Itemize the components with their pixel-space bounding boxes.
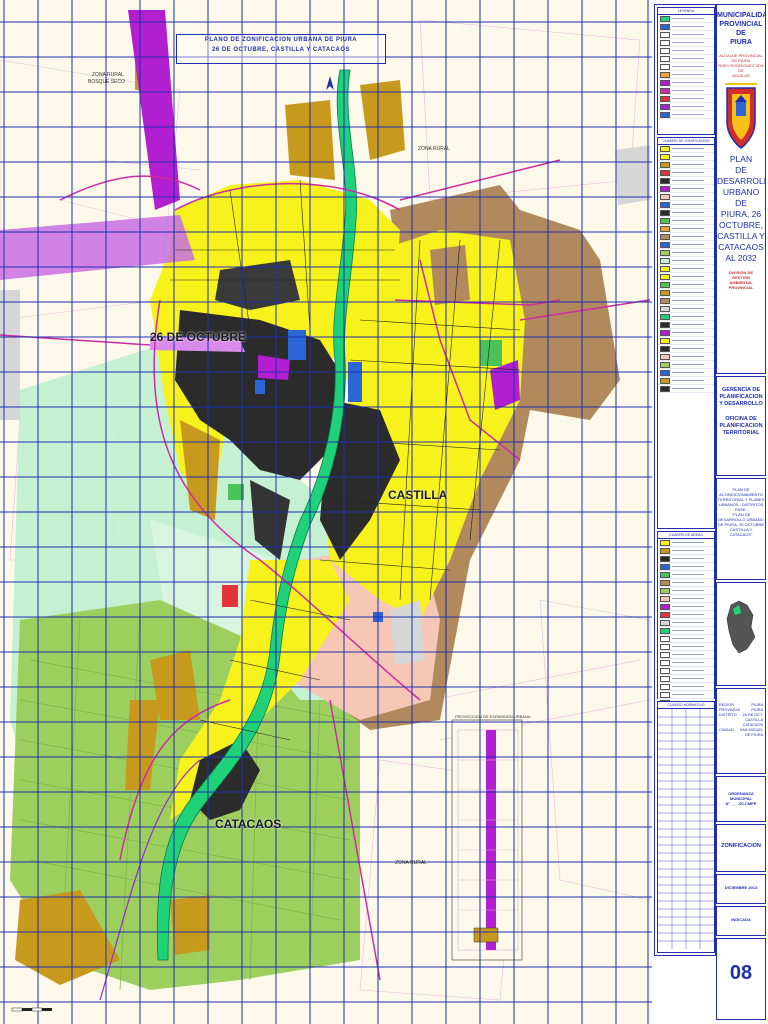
swatch-magenta [660,87,670,94]
swatch-industrial [660,161,670,168]
ciudad-value-2: DE PIURA [745,733,763,737]
label-catacaos: CATACAOS [215,817,282,831]
org-line2: PROVINCIAL DE [719,21,763,37]
swatch-expansion [660,233,670,240]
plan-title-l10: AL 2032 [725,253,757,263]
equipment-block-5 [222,585,238,607]
label-bosque-seco: BOSQUE SECO [88,79,125,85]
legend-section-title: LEYENDA [658,8,714,15]
plan-title-l3: DESARROLLO [717,176,765,186]
normative-table-grid [658,709,714,949]
distrito-label: DISTRITO [719,713,737,717]
plan-title-l1: PLAN [729,154,753,164]
swatch-agricultural [660,249,670,256]
title-block-project: PLAN DE ACONDICIONAMIENTO TERRITORIAL Y … [716,478,766,580]
sheet-date: DICIEMBRE 2013 [724,885,758,890]
swatch-violet [660,103,670,110]
mayor-line4: AGUILAR [732,73,750,78]
swatch-water [660,23,670,30]
oficina-l2: PLANIFICACION [719,423,763,429]
equipment-block-1 [288,330,306,360]
gerencia-l2: PLANIFICACION [719,394,763,400]
swatch-peach [660,193,670,200]
swatch-river [660,15,670,22]
zoning-map[interactable]: PLANO DE ZONIFICACION URBANA DE PIURA 26… [0,0,652,1024]
oficina-l3: TERRITORIAL [722,430,760,436]
map-title-line1: PLANO DE ZONIFICACION URBANA DE PIURA [204,37,358,43]
gerencia-l1: GERENCIA DE [722,387,760,393]
sheet-title: ZONIFICACION [721,843,761,849]
equipment-block-2 [348,362,362,402]
legend-zoning-title: CUADRO DE ZONIFICACION [658,138,714,145]
swatch-residential [660,145,670,152]
title-block-gerencia: GERENCIA DE PLANIFICACION Y DESARROLLO O… [716,376,766,476]
swatch-green-zone [660,257,670,264]
inset-expansion-map [451,719,523,961]
title-block: MUNICIPALIDAD PROVINCIAL DE PIURA ALCALD… [716,4,766,1020]
location-map-icon [726,600,756,654]
green-park-1 [480,340,502,366]
mayor-line3: RUBY RODRIGUEZ VDA DE [718,63,764,73]
plan-title-l4: URBANO [722,187,760,197]
swatch-purple [660,79,670,86]
legend-areas-title: CUADRO DE AREAS [658,532,714,539]
map-title-line2: 26 DE OCTUBRE, CASTILLA Y CATACAOS [211,47,350,53]
label-zona-rural-south: ZONA RURAL [395,860,427,866]
scale-bar [11,1007,52,1012]
industrial-zone-airport [430,245,470,305]
label-26-de-octubre: 26 DE OCTUBRE [150,330,247,344]
swatch-orange [660,71,670,78]
map-title-box: PLANO DE ZONIFICACION URBANA DE PIURA 26… [176,34,386,64]
map-canvas [0,0,652,1024]
equipment-block-3 [255,380,265,394]
label-castilla: CASTILLA [388,488,448,502]
oficina-l1: OFICINA DE [725,416,757,422]
gerencia-l3: Y DESARROLLO [719,401,763,407]
grey-zone-south [390,600,425,665]
plan-title-l5: DE [735,198,747,208]
title-block-header: MUNICIPALIDAD PROVINCIAL DE PIURA ALCALD… [716,4,766,374]
plan-title-l6: PIURA, 26 [720,209,762,219]
ciudad-label: CIUDAD [719,728,734,732]
label-zona-rural-ne: ZONA RURAL [418,146,450,152]
sheet-scale: INDICADA [731,917,751,922]
swatch-blue [660,111,670,118]
title-block-ordenanza: ORDENANZA MUNICIPAL N° ___-00-CMPP [716,776,766,822]
legend-section-normativo: CUADRO NORMATIVO [657,701,715,953]
swatch-equipment [660,201,670,208]
swatch-commercial [660,177,670,184]
division-l4: PROVINCIAL [728,285,754,290]
industrial-zone-catacaos [170,895,210,955]
north-arrow-icon [326,76,334,90]
org-line3: PIURA [730,39,752,46]
grey-zone-ne [615,145,650,205]
ordenanza-l1: ORDENANZA MUNICIPAL [728,791,754,801]
plan-title-l7: OCTUBRE, [719,220,763,230]
grey-zone-nw [0,290,20,420]
legend-section-zonificacion: CUADRO DE ZONIFICACION [657,137,715,529]
swatch-red [660,95,670,102]
coat-of-arms-icon [725,83,757,149]
title-block-location: REGION PIURA PROVINCIA PIURA DISTRITO 26 DE… [716,688,766,774]
project-l10: CATACAOS" [729,532,753,537]
legend-normativo-title: CUADRO NORMATIVO [658,702,714,709]
legend-section-areas: CUADRO DE AREAS [657,531,715,707]
title-block-location-map [716,582,766,686]
title-block-scale: INDICADA [716,906,766,936]
plan-title-l2: DE [735,165,747,175]
plan-title-l9: CATACAOS [718,242,764,252]
title-block-sheet-title: ZONIFICACION [716,824,766,872]
inset-map-title: PROYECCION DE EXPANSION URBANA [455,714,531,719]
title-block-sheet-number: 08 [716,938,766,1020]
label-zona-rural-nw: ZONA RURAL [92,72,124,78]
org-line1: MUNICIPALIDAD [717,12,765,19]
ordenanza-l2: N° ___-00-CMPP [725,801,757,806]
sheet-number: 08 [729,962,753,984]
title-block-date: DICIEMBRE 2013 [716,874,766,904]
legend-panel: LEYENDA CUADRO DE ZONIFICACION CUADRO DE… [654,4,716,956]
swatch-park [660,217,670,224]
plan-title-l8: CASTILLA Y [717,231,765,241]
legend-section-leyenda: LEYENDA [657,7,715,135]
